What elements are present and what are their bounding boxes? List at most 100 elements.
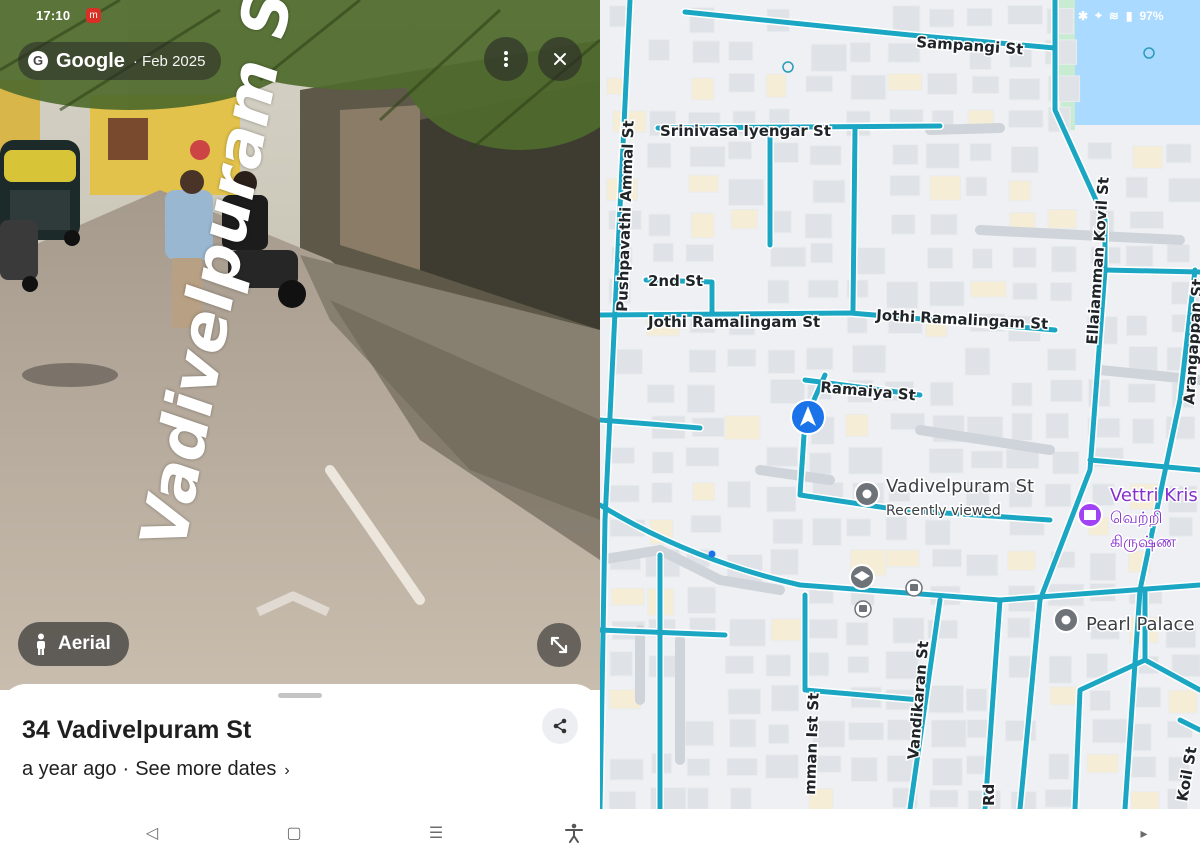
- building-block: [1044, 483, 1072, 508]
- building-block: [1125, 315, 1148, 337]
- back-button[interactable]: ◁: [140, 821, 164, 845]
- more-nav-button[interactable]: ▸: [1132, 821, 1156, 845]
- building-block: [1168, 177, 1200, 203]
- building-block: [1129, 210, 1165, 230]
- building-block: [1051, 245, 1077, 273]
- building-block: [847, 656, 870, 674]
- bus-stop-icon[interactable]: [905, 579, 923, 597]
- building-block: [730, 208, 758, 230]
- more-options-button[interactable]: [484, 37, 528, 81]
- expand-button[interactable]: [537, 623, 581, 667]
- street-label-sampangi: Sampangi St: [916, 33, 1024, 58]
- building-block: [851, 344, 887, 374]
- accessibility-button[interactable]: [562, 821, 586, 845]
- brand-name: Google: [56, 49, 125, 72]
- building-block: [692, 482, 716, 502]
- building-block: [610, 587, 645, 606]
- street-view-panel[interactable]: Vadivelpuram St 17:10 m G Google · Feb 2…: [0, 0, 600, 690]
- recents-button[interactable]: ☰: [424, 821, 448, 845]
- building-block: [1166, 243, 1191, 263]
- building-block: [1008, 180, 1032, 202]
- building-block: [1131, 418, 1155, 445]
- share-button[interactable]: [542, 708, 578, 744]
- street-label-jothi-1: Jothi Ramalingam St: [647, 313, 820, 331]
- building-block: [848, 446, 883, 475]
- building-block: [892, 5, 921, 34]
- place-pin-vadivelpuram[interactable]: [854, 481, 880, 507]
- building-block: [690, 514, 722, 534]
- map-view[interactable]: Sampangi St Srinivasa Iyengar St Pushpav…: [600, 0, 1200, 809]
- aerial-button[interactable]: Aerial: [18, 622, 129, 666]
- building-block: [846, 518, 872, 537]
- building-block: [849, 41, 872, 63]
- sheet-drag-handle[interactable]: [278, 693, 322, 698]
- imagery-age-row: a year ago · See more dates ›: [22, 758, 290, 781]
- building-block: [684, 720, 715, 747]
- place-pin-pearl[interactable]: [1053, 607, 1079, 633]
- building-block: [926, 72, 958, 95]
- building-block: [1091, 718, 1128, 744]
- building-block: [648, 213, 671, 237]
- street-label-srinivasa: Srinivasa Iyengar St: [660, 122, 831, 140]
- building-block: [845, 621, 869, 646]
- status-time: 17:10: [36, 8, 71, 23]
- my-location-marker[interactable]: [790, 399, 826, 435]
- building-block: [932, 757, 963, 786]
- building-block: [651, 482, 673, 504]
- building-block: [928, 8, 955, 28]
- building-block: [646, 384, 675, 404]
- imagery-date: · Feb 2025: [132, 52, 206, 70]
- place-name-vettri: Vettri Kris: [1110, 485, 1198, 506]
- street-view-photo[interactable]: [0, 0, 600, 690]
- imagery-date-pill[interactable]: G Google · Feb 2025: [18, 42, 222, 80]
- building-block: [1012, 282, 1038, 301]
- building-block: [1128, 345, 1159, 372]
- building-block: [1047, 209, 1077, 229]
- building-block: [646, 142, 672, 169]
- home-button[interactable]: ▢: [282, 821, 306, 845]
- building-block: [845, 413, 869, 437]
- building-block: [812, 179, 846, 204]
- building-block: [652, 242, 674, 263]
- imagery-age: a year ago: [22, 758, 117, 780]
- building-block: [1008, 109, 1044, 129]
- battery-level: 97%: [1139, 8, 1164, 23]
- building-block: [728, 41, 754, 61]
- building-block: [924, 519, 951, 546]
- building-block: [727, 480, 751, 509]
- building-block: [1007, 4, 1044, 25]
- building-block: [688, 349, 717, 374]
- aerial-label: Aerial: [58, 633, 111, 654]
- location-sheet[interactable]: 34 Vadivelpuram St a year ago · See more d…: [0, 684, 600, 809]
- place-pin-vettri[interactable]: [1077, 502, 1103, 528]
- see-more-dates-link[interactable]: See more dates: [135, 758, 276, 780]
- building-block: [804, 213, 833, 239]
- building-block: [930, 719, 967, 748]
- accessibility-icon: [565, 823, 583, 843]
- building-block: [970, 280, 1007, 298]
- building-block: [729, 718, 757, 748]
- building-block: [929, 175, 962, 201]
- building-block: [609, 758, 644, 781]
- building-block: [767, 349, 796, 374]
- building-block: [770, 684, 800, 712]
- building-block: [686, 758, 711, 777]
- close-button[interactable]: [538, 37, 582, 81]
- building-block: [892, 144, 919, 166]
- map-canvas[interactable]: Sampangi St Srinivasa Iyengar St Pushpav…: [600, 0, 1200, 809]
- close-icon: [554, 53, 566, 65]
- building-block: [929, 281, 965, 307]
- building-block: [766, 486, 797, 513]
- building-block: [886, 281, 919, 309]
- notification-icon: m: [86, 8, 101, 23]
- building-block: [1089, 552, 1117, 582]
- bus-stop-icon[interactable]: [854, 600, 872, 618]
- building-block: [969, 142, 992, 162]
- building-block: [1044, 788, 1075, 808]
- separator: ·: [122, 758, 130, 780]
- school-icon[interactable]: [849, 564, 875, 590]
- building-block: [964, 347, 991, 376]
- building-block: [929, 789, 959, 808]
- building-block: [965, 688, 988, 712]
- building-block: [805, 75, 834, 93]
